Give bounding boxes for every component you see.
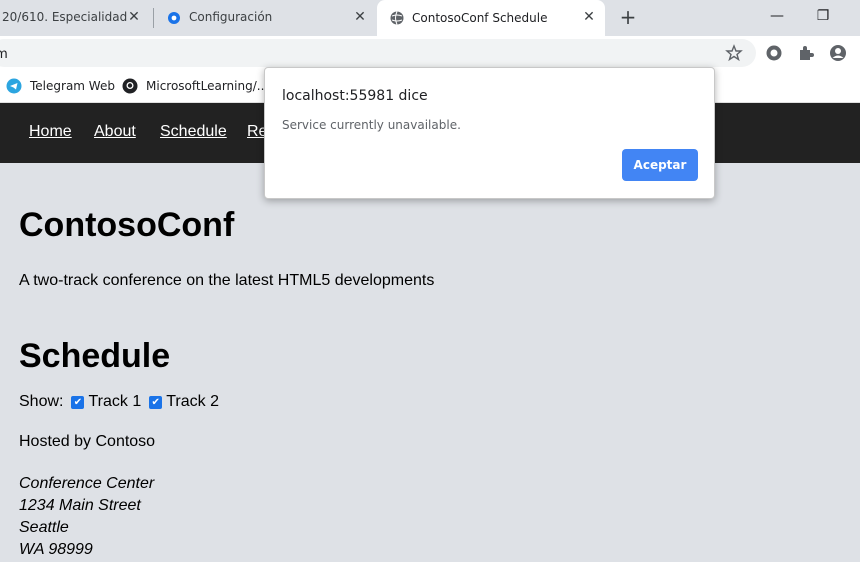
schedule-heading: Schedule — [19, 337, 171, 375]
address-line: 1234 Main Street — [19, 497, 141, 514]
tab-configuracion[interactable]: Configuración ✕ — [156, 0, 376, 34]
track2-label[interactable]: Track 2 — [166, 393, 219, 411]
dialog-title: localhost:55981 dice — [282, 88, 428, 104]
profile-icon[interactable] — [829, 44, 847, 62]
telegram-icon — [6, 78, 22, 94]
close-icon[interactable]: ✕ — [581, 9, 597, 25]
dialog-message: Service currently unavailable. — [282, 118, 461, 132]
track-filter: Show: ✔ Track 1 ✔ Track 2 — [19, 393, 219, 411]
page-tagline: A two-track conference on the latest HTM… — [19, 272, 435, 289]
bookmark-telegram[interactable]: Telegram Web — [6, 76, 115, 96]
tab-especialidad[interactable]: 20/610. Especialidad IFC ✕ — [0, 0, 150, 34]
tab-strip: 20/610. Especialidad IFC ✕ Configuración… — [0, 0, 860, 36]
nav-link-schedule[interactable]: Schedule — [160, 123, 227, 141]
nav-link-about[interactable]: About — [94, 123, 136, 141]
track1-label[interactable]: Track 1 — [88, 393, 141, 411]
hosted-by: Hosted by Contoso — [19, 433, 156, 450]
address-line: Conference Center — [19, 475, 155, 492]
tab-separator — [153, 8, 154, 28]
url-text: tm — [0, 47, 8, 62]
track1-checkbox[interactable]: ✔ — [71, 395, 85, 409]
bookmark-label: MicrosoftLearning/... — [146, 79, 269, 93]
minimize-icon[interactable]: — — [757, 4, 797, 28]
page-title: ContosoConf — [19, 206, 235, 244]
extension-badge-icon[interactable] — [765, 44, 783, 62]
venue-address: Conference Center 1234 Main Street Seatt… — [19, 473, 154, 561]
restore-icon[interactable]: ❐ — [803, 4, 843, 28]
tab-contosoconf-schedule[interactable]: ContosoConf Schedule ✕ — [377, 0, 605, 36]
globe-icon — [390, 11, 404, 25]
show-label: Show: — [19, 393, 64, 410]
github-icon — [122, 78, 138, 94]
address-line: Seattle — [19, 519, 69, 536]
browser-toolbar: tm — [0, 36, 860, 70]
new-tab-icon[interactable]: + — [617, 6, 639, 28]
puzzle-icon[interactable] — [797, 44, 815, 62]
tab-title: 20/610. Especialidad IFC — [2, 10, 130, 24]
bookmark-microsoftlearning[interactable]: MicrosoftLearning/... — [122, 76, 268, 96]
address-line: WA 98999 — [19, 541, 93, 558]
star-icon[interactable] — [725, 44, 743, 62]
bookmark-label: Telegram Web — [30, 79, 115, 93]
alert-dialog: localhost:55981 dice Service currently u… — [264, 67, 715, 199]
nav-link-home[interactable]: Home — [29, 123, 72, 141]
gear-icon — [168, 12, 180, 24]
track2-checkbox[interactable]: ✔ — [149, 395, 163, 409]
accept-button[interactable]: Aceptar — [622, 149, 698, 181]
close-icon[interactable]: ✕ — [352, 9, 368, 25]
close-icon[interactable]: ✕ — [126, 9, 142, 25]
address-bar[interactable]: tm — [0, 39, 756, 67]
